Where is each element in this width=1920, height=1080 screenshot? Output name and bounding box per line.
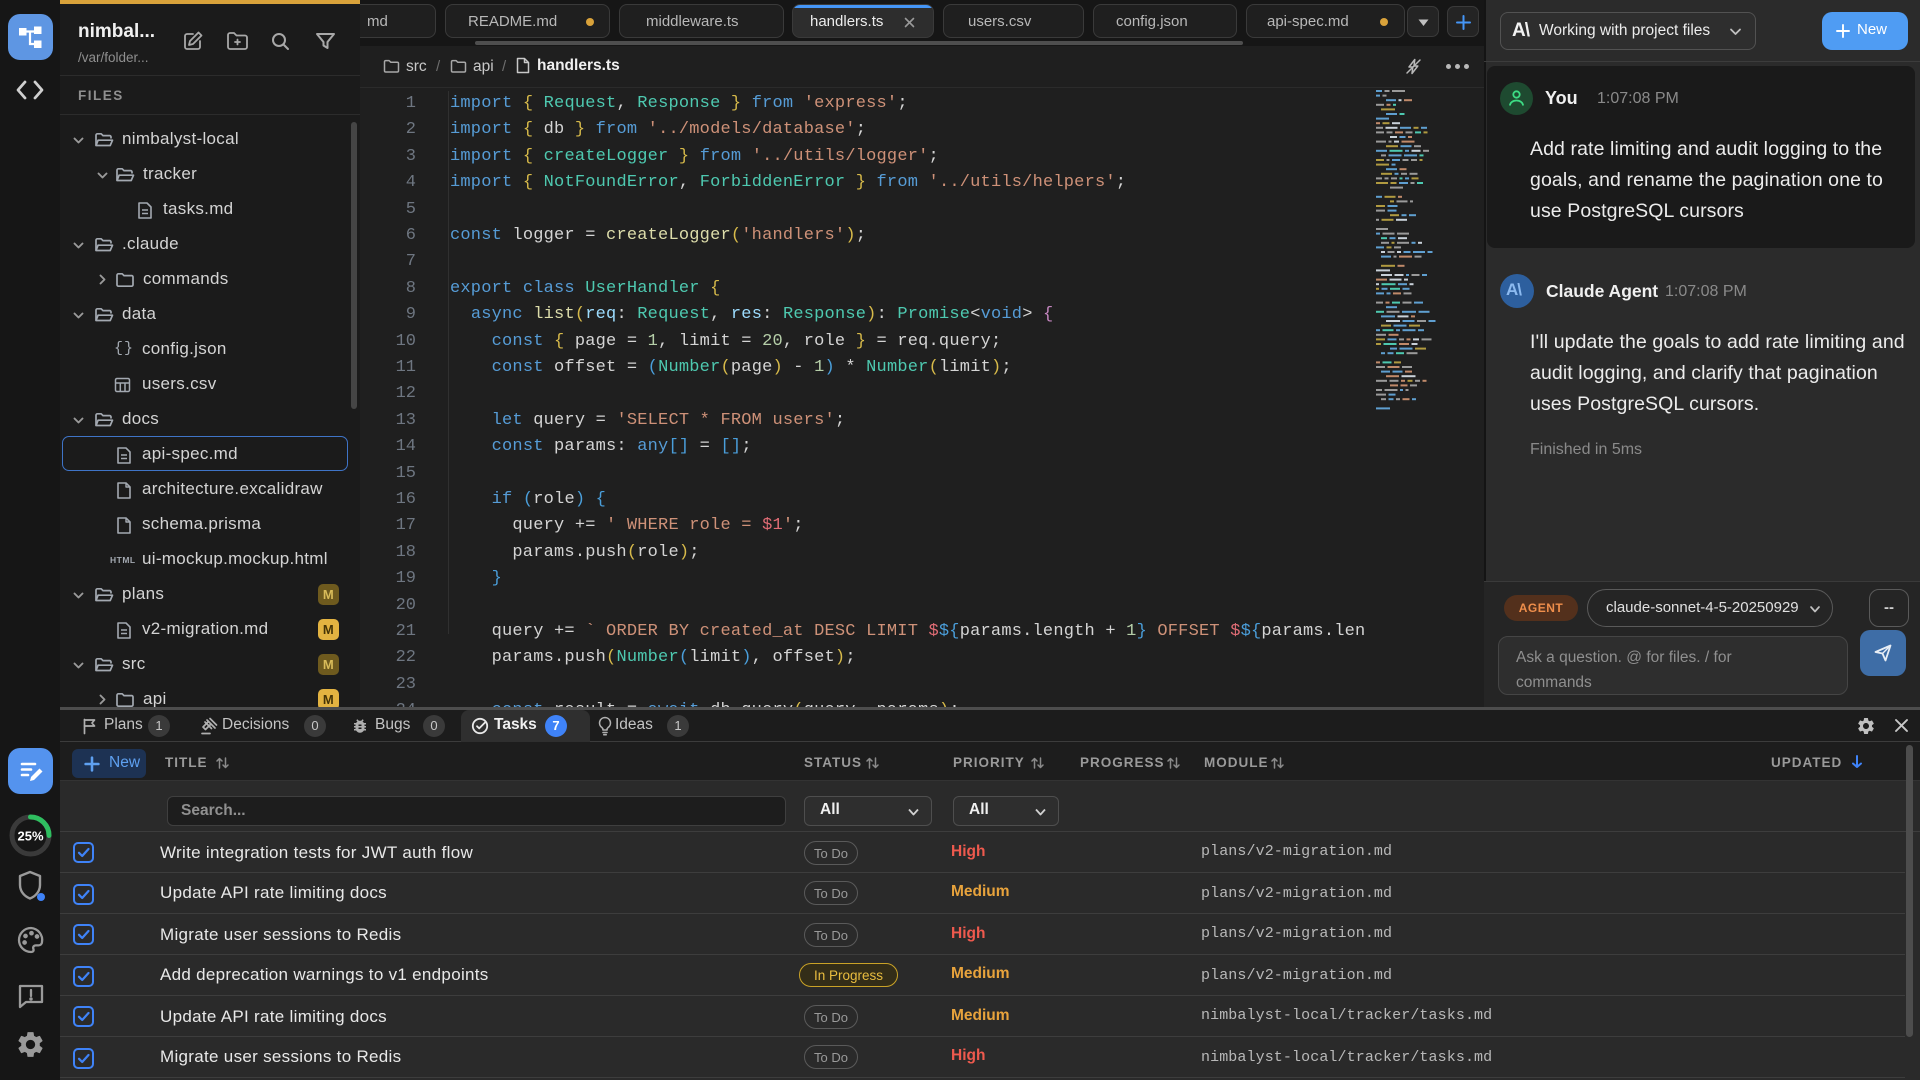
svg-text:25%: 25%	[17, 829, 43, 844]
